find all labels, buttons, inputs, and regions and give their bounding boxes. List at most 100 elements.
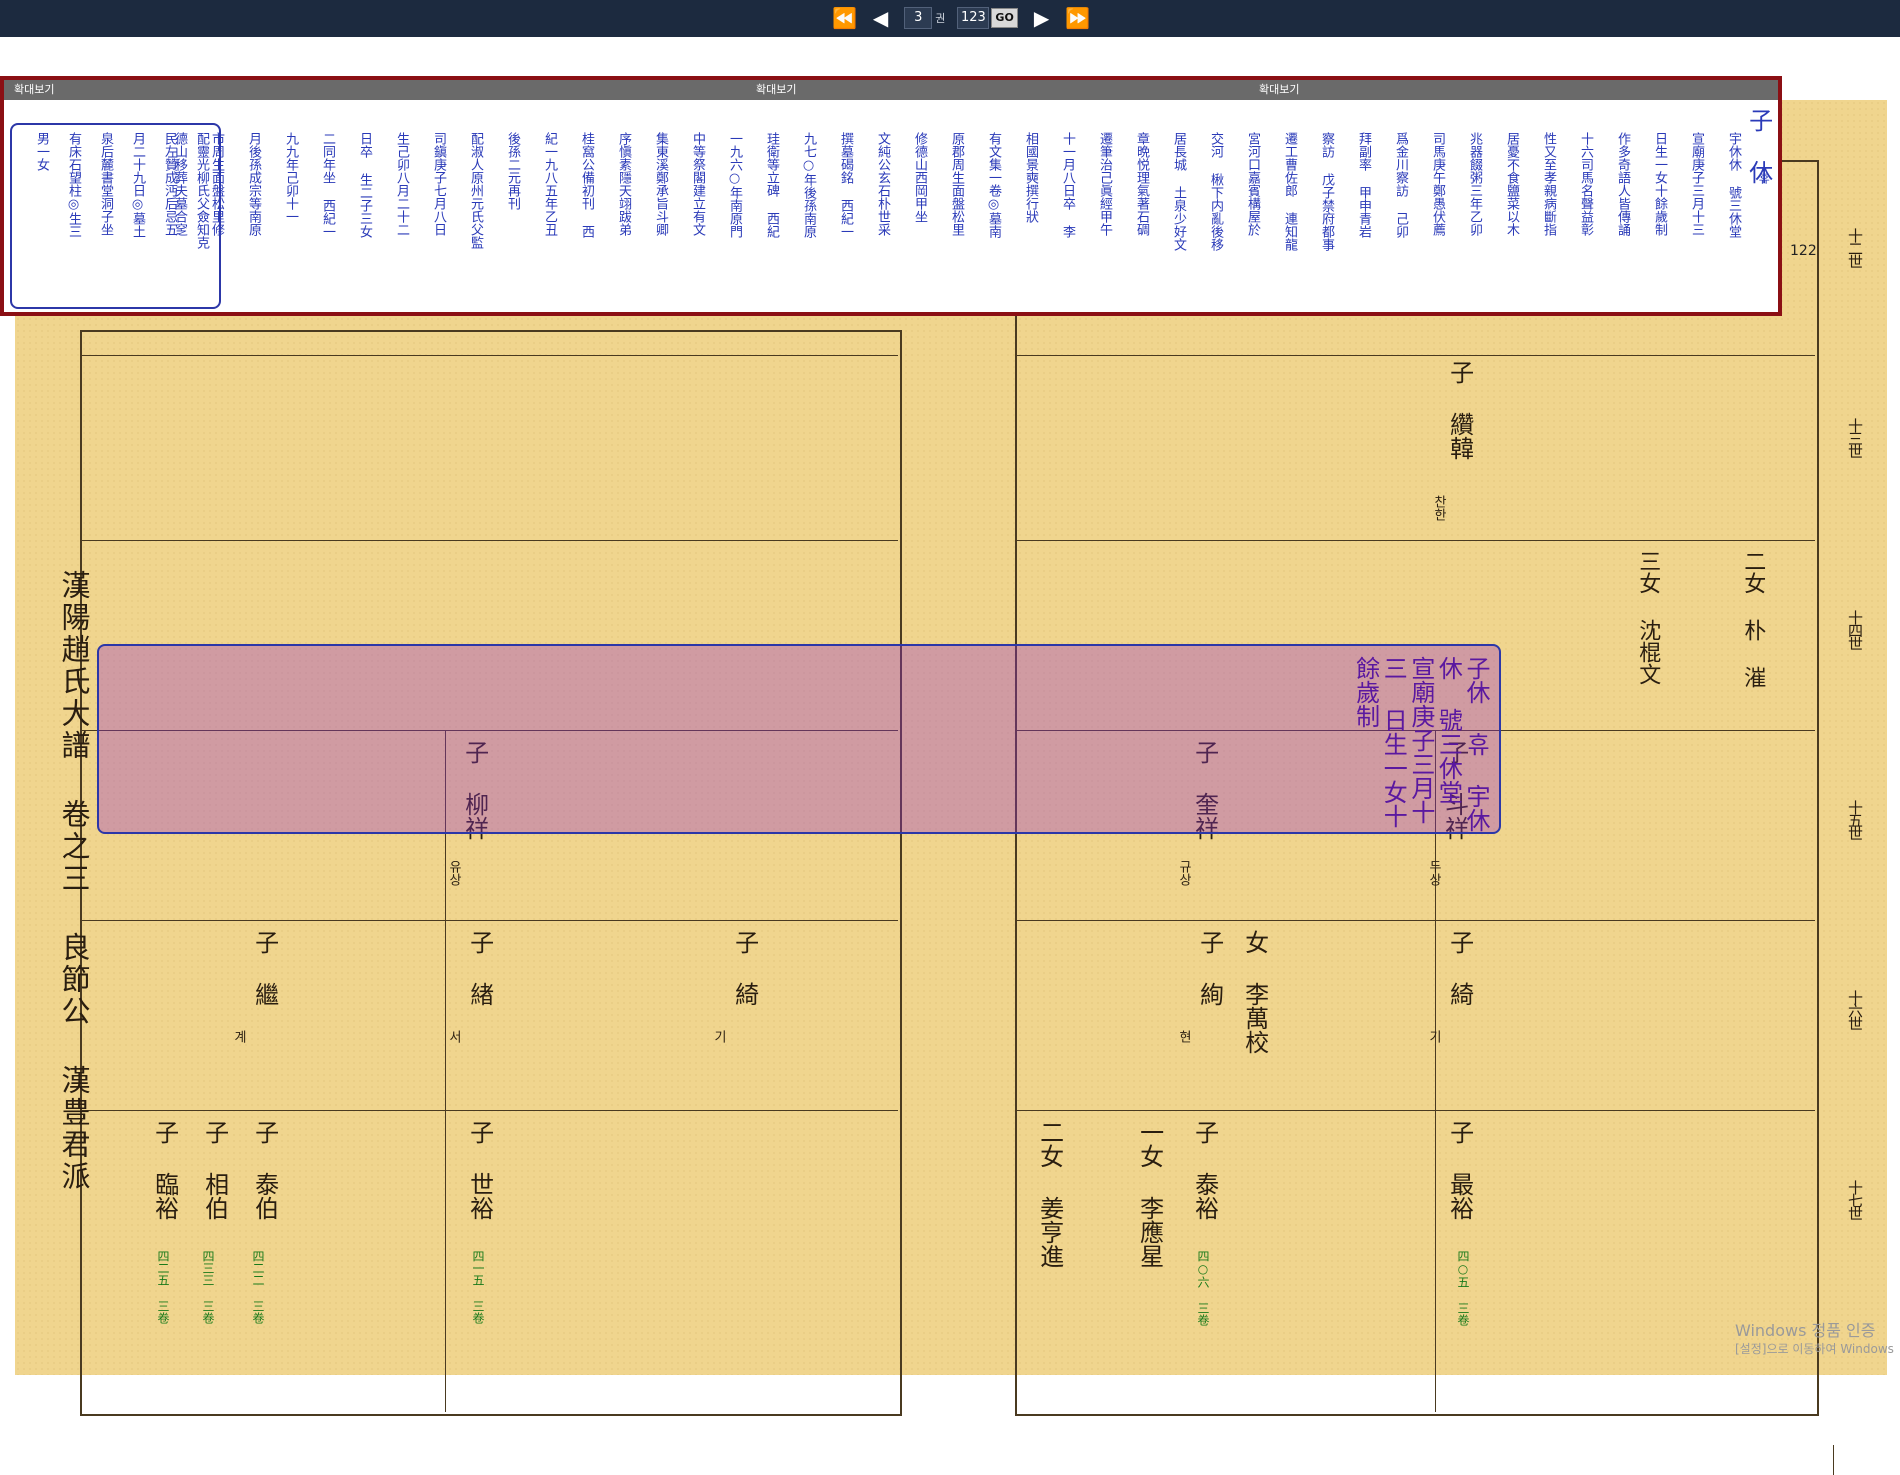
zoom-text-column: 宇休休 號三休堂	[1726, 132, 1741, 238]
entry-reading: 현	[1175, 1030, 1191, 1043]
entry-name: 二女 朴 漼	[1740, 550, 1766, 688]
zoom-text-column: 十六司馬名聲益彰	[1578, 132, 1593, 236]
zoom-text-column: 兆器餟粥三年乙卯	[1467, 132, 1482, 236]
zoom-text-column: 市周生面盤松里修	[209, 132, 224, 236]
zoom-text-column: 序愼素隱天翊跋弟	[616, 132, 631, 236]
zoom-text-column: 九九年己卯十一	[283, 132, 298, 223]
zoom-text-column: 司馬庚午鄭愚伏薦	[1430, 132, 1445, 236]
prev-page-button[interactable]: ◀	[873, 7, 888, 29]
zoom-boxed-column: 男一女	[34, 132, 49, 171]
zoom-boxed-column: 配靈光柳氏父僉知克	[194, 132, 209, 249]
zoom-boxed-column: 月二十九日◎墓土	[130, 132, 145, 238]
selection-highlight[interactable]: 子休 휴 宇休休 號三休堂 宣廟庚子三月十三 日生一女十餘歲制	[97, 644, 1501, 834]
entry-name: 子 泰裕	[1190, 1120, 1219, 1220]
entry-reading: 기	[710, 1030, 726, 1043]
windows-activation-watermark-sub: [설정]으로 이동하여 Windows	[1735, 1342, 1894, 1356]
volume-ref: 四三三 三卷	[201, 1250, 215, 1324]
entry-reading: 찬한	[1430, 495, 1446, 521]
zoom-text-column: 紀一九八五年乙丑	[542, 132, 557, 236]
volume-ref: 四二五 三卷	[156, 1250, 170, 1324]
zoom-text-column: 配淑人原州元氏父監	[468, 132, 483, 249]
zoom-text-column: 遷筆治己眞經甲午	[1097, 132, 1112, 236]
page-input[interactable]: 123	[957, 7, 990, 29]
zoom-panel: 확대보기 확대보기 확대보기 子 休 휴 宇休休 號三休堂 宣廟庚子三月十三 日生一…	[0, 76, 1782, 316]
zoom-text-column: 宣廟庚子三月十三	[1689, 132, 1704, 236]
next-page-button[interactable]: ▶	[1034, 7, 1049, 29]
zoom-text-column: 章晩悦理氣著石碉	[1134, 132, 1149, 236]
generation-label: 十三世	[1846, 418, 1864, 457]
zoom-text-column: 中等祭閣建立有文	[690, 132, 705, 236]
zoom-text-column: 日生一女十餘歲制	[1652, 132, 1667, 236]
zoom-text-column: 宮河口嘉賓構屋於	[1245, 132, 1260, 236]
zoom-text-column: 爲金川察訪 己卯	[1393, 132, 1408, 238]
entry-name: 三女 沈棍文	[1635, 550, 1661, 685]
last-page-button[interactable]: ⏩	[1065, 7, 1090, 29]
zoom-text-column: 撰墓碣銘 西紀一	[838, 132, 853, 238]
windows-activation-watermark: Windows 정품 인증	[1735, 1321, 1876, 1340]
zoom-text-column: 性又至孝親病斷指	[1541, 132, 1556, 236]
entry-reading: 두상	[1425, 860, 1441, 886]
zoom-text-column: 桂窩公備初刊 西	[579, 132, 594, 238]
entry-name: 子 纘韓	[1445, 360, 1474, 460]
zoom-text-column: 司鎭庚子七月八日	[431, 132, 446, 236]
volume-unit-label: 권	[935, 12, 946, 25]
entry-reading: 기	[1425, 1030, 1441, 1043]
zoom-text-column: 居長城 土泉少好文	[1171, 132, 1186, 251]
entry-name: 子 世裕	[465, 1120, 494, 1220]
entry-name: 子 絢	[1195, 930, 1224, 1006]
zoom-text-column: 月後孫成宗等南原	[246, 132, 261, 236]
zoom-text-column: 十一月八日卒 李	[1060, 132, 1075, 238]
entry-reading: 유상	[445, 860, 461, 886]
zoom-entry-reading: 휴	[1756, 172, 1771, 184]
zoom-boxed-column: 有床石望柱◎生三	[66, 132, 81, 238]
entry-name: 子 最裕	[1445, 1120, 1474, 1220]
zoom-text-column: 相國景奭撰行狀	[1023, 132, 1038, 223]
zoom-text-column: 察訪 戊子禁府都事	[1319, 132, 1334, 251]
zoom-text-column: 文純公玄石朴世采	[875, 132, 890, 236]
entry-name: 子 臨裕	[150, 1120, 179, 1220]
page-navigation: ⏪ ◀ 3 권 123 GO ▶ ⏩	[832, 7, 1090, 29]
entry-name: 女 李萬校	[1240, 930, 1269, 1054]
volume-ref: 四一五 三卷	[471, 1250, 485, 1324]
zoom-text-column: 珪衛等立碑 西紀	[764, 132, 779, 238]
zoom-text-column: 修德山西岡甲坐	[912, 132, 927, 223]
zoom-text-column: 有文集一卷◎墓南	[986, 132, 1001, 238]
volume-ref: 四○六 三卷	[1196, 1250, 1210, 1326]
zoom-boxed-column: 民左贊成沔后忌五	[162, 132, 177, 236]
zoom-text-column: 後孫二元再刊	[505, 132, 520, 210]
zoom-boxed-column: 泉后麓書堂洞子坐	[98, 132, 113, 236]
zoom-text-column: 作多奇語人皆傳誦	[1615, 132, 1630, 236]
volume-ref: 四○五 三卷	[1456, 1250, 1470, 1326]
entry-reading: 계	[230, 1030, 246, 1043]
volume-input[interactable]: 3	[904, 7, 933, 29]
zoom-text-column: 二同年坐 西紀一	[320, 132, 335, 238]
zoom-text-column: 九七○年後孫南原	[801, 132, 816, 238]
entry-name: 子 泰伯	[250, 1120, 279, 1220]
go-button[interactable]: GO	[991, 8, 1018, 28]
generation-label: 十五世	[1846, 800, 1864, 839]
generation-label: 十四世	[1846, 610, 1864, 649]
book-spine-title: 漢陽趙氏大譜 卷之三 良節公 漢豊君派	[57, 570, 91, 1193]
zoom-text-column: 日卒 生二子三女	[357, 132, 372, 238]
generation-label: 十七世	[1846, 1180, 1864, 1219]
entry-reading: 서	[445, 1030, 461, 1043]
zoom-text-column: 居憂不食鹽菜以木	[1504, 132, 1519, 236]
zoom-text-column: 遷工曹佐郎 連知龍	[1282, 132, 1297, 251]
zoom-text-column: 交河 楸下内亂後移	[1208, 132, 1223, 251]
entry-name: 一女 李應星	[1135, 1120, 1164, 1268]
zoom-center-label[interactable]: 확대보기	[756, 80, 796, 100]
generation-label: 十二世	[1846, 228, 1864, 267]
zoom-left-label[interactable]: 확대보기	[14, 80, 54, 100]
entry-name: 子 相伯	[200, 1120, 229, 1220]
generation-label: 十六世	[1846, 990, 1864, 1029]
entry-reading: 규상	[1175, 860, 1191, 886]
zoom-text-column: 拜副率 甲申青岩	[1356, 132, 1371, 238]
highlight-entry: 子休 휴 宇休休 號三休堂 宣廟庚子三月十三 日生一女十餘歲制	[1351, 656, 1490, 832]
zoom-text-column: 原郡周生面盤松里	[949, 132, 964, 236]
first-page-button[interactable]: ⏪	[832, 7, 857, 29]
zoom-panel-header: 확대보기 확대보기 확대보기	[4, 80, 1778, 100]
zoom-right-label[interactable]: 확대보기	[1259, 80, 1299, 100]
viewer-toolbar: ⏪ ◀ 3 권 123 GO ▶ ⏩	[0, 0, 1900, 37]
zoom-text-column: 生己卯八月二十二	[394, 132, 409, 236]
zoom-text-column: 一九六○年南原門	[727, 132, 742, 238]
